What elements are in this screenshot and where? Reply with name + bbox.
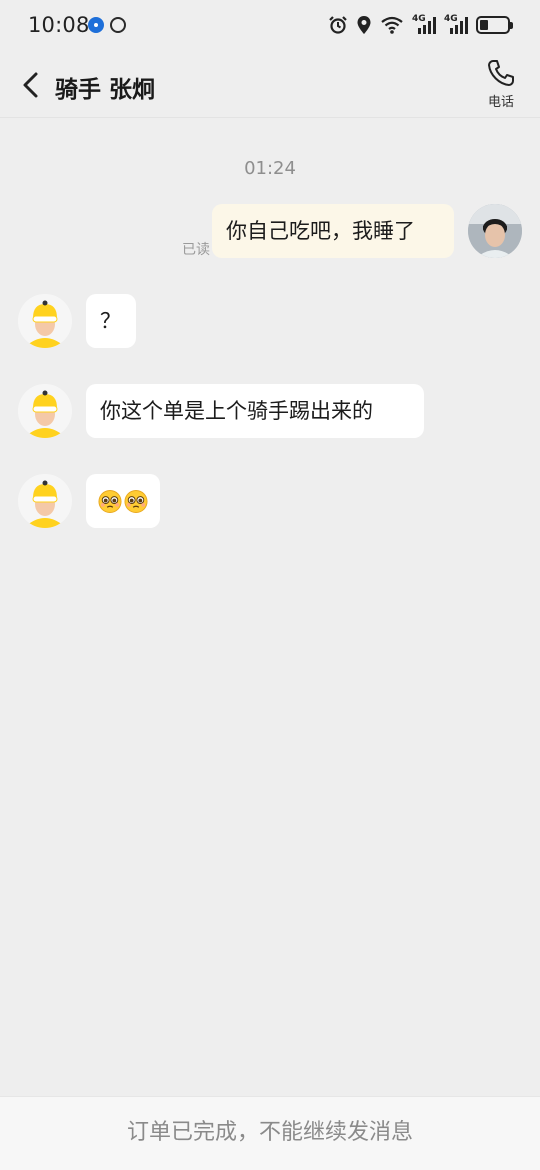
rider-avatar[interactable]: [18, 384, 72, 438]
rider-icon: [18, 384, 72, 438]
cell-signal-2-icon: 4G: [444, 15, 468, 35]
time-separator: 01:24: [244, 158, 296, 179]
notification-icons: [88, 17, 126, 33]
status-bar: 10:08 4G 4G: [0, 0, 540, 52]
message-bubble-rider[interactable]: 你这个单是上个骑手踢出来的: [86, 384, 424, 438]
my-avatar[interactable]: [468, 204, 522, 258]
phone-icon: [488, 60, 514, 86]
network-type-label: 4G: [412, 14, 426, 24]
pleading-face-emoji-icon: [98, 489, 122, 513]
message-text: 你自己吃吧，我睡了: [226, 219, 415, 243]
message-text: 你这个单是上个骑手踢出来的: [100, 399, 373, 423]
cell-signal-1-icon: 4G: [412, 15, 436, 35]
phone-button[interactable]: 电话: [476, 58, 526, 114]
alarm-icon: [329, 16, 347, 34]
message-bubble-rider-emoji[interactable]: [86, 474, 160, 528]
user-photo-icon: [468, 204, 522, 258]
status-time: 10:08: [28, 13, 90, 37]
data-saver-icon: [110, 17, 126, 33]
message-bubble-mine[interactable]: 你自己吃吧，我睡了: [212, 204, 454, 258]
message-bubble-rider[interactable]: ？: [86, 294, 136, 348]
wifi-icon: [381, 16, 403, 34]
chat-header: 骑手 张炯 电话: [0, 52, 540, 118]
rider-icon: [18, 294, 72, 348]
chat-title: 骑手 张炯: [55, 77, 156, 103]
phone-label: 电话: [487, 95, 514, 110]
pleading-face-emoji-icon: [124, 489, 148, 513]
app-notification-icon: [88, 17, 104, 33]
rider-avatar[interactable]: [18, 294, 72, 348]
chat-disabled-notice: 订单已完成，不能继续发消息: [0, 1096, 540, 1170]
battery-icon: [476, 16, 513, 34]
back-arrow-icon[interactable]: [14, 68, 48, 102]
location-icon: [357, 16, 371, 34]
network-type-label: 4G: [444, 14, 458, 24]
read-status-label: 已读: [182, 242, 210, 258]
message-text: ？: [100, 309, 121, 333]
status-right-icons: 4G 4G: [328, 15, 513, 35]
rider-icon: [18, 474, 72, 528]
rider-avatar[interactable]: [18, 474, 72, 528]
